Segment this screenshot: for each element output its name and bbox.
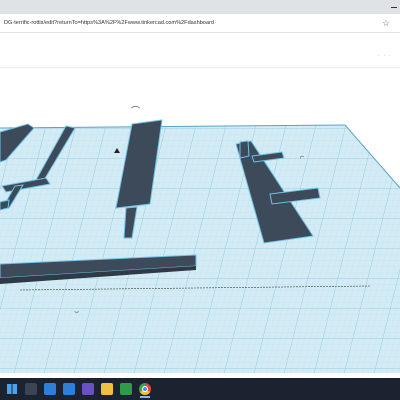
- rotate-right-arrow-icon[interactable]: ⌐: [300, 154, 304, 161]
- window-controls: [388, 0, 400, 14]
- search-icon[interactable]: [25, 383, 37, 395]
- rotate-down-arrow-icon[interactable]: ⌣: [74, 307, 79, 316]
- more-options-icon[interactable]: · · ·: [378, 53, 392, 59]
- windows-start-icon[interactable]: [6, 383, 18, 395]
- tinkercad-toolbar: · · ·: [0, 33, 400, 68]
- active-app-indicator: [140, 396, 150, 398]
- task-view-icon[interactable]: [44, 383, 56, 395]
- rotate-up-arrow-icon[interactable]: ⌒: [131, 106, 140, 116]
- chrome-icon[interactable]: [139, 383, 151, 398]
- workplane-canvas[interactable]: ⌒ ⌣ ⌐: [0, 68, 400, 378]
- file-explorer-icon[interactable]: [101, 383, 113, 395]
- edge-icon[interactable]: [63, 383, 75, 395]
- windows-taskbar: [0, 378, 400, 400]
- url-text[interactable]: DG-terrific-rottis/edit?returnTo=https%3…: [4, 20, 359, 26]
- minimize-button[interactable]: [388, 0, 400, 14]
- excel-icon[interactable]: [120, 383, 132, 395]
- browser-tab-strip: [0, 0, 400, 14]
- teams-icon[interactable]: [82, 383, 94, 395]
- workplane-grid-coarse: [0, 125, 400, 373]
- 3d-viewport[interactable]: ⌒ ⌣ ⌐: [0, 68, 400, 378]
- address-bar[interactable]: DG-terrific-rottis/edit?returnTo=https%3…: [0, 14, 400, 33]
- bookmark-star-icon[interactable]: ☆: [382, 18, 390, 29]
